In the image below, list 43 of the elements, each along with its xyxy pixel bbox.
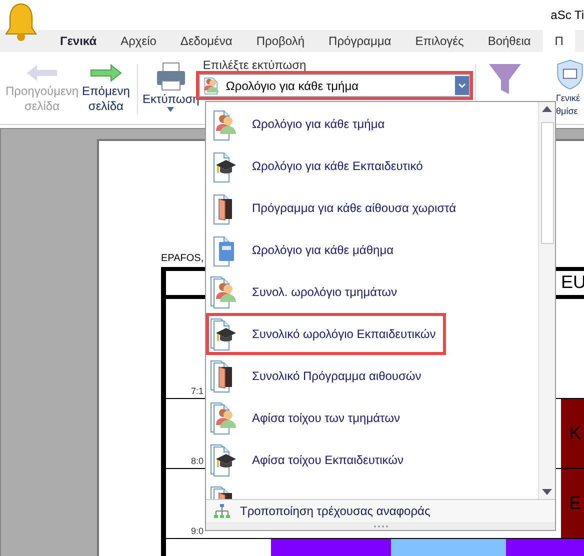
- funnel-icon[interactable]: [489, 62, 521, 96]
- menu-item[interactable]: Αφίσα τοίχου Εκπαιδευτικών: [206, 439, 536, 481]
- menu-item[interactable]: Πρόγραμμα για κάθε αίθουσα χωριστά: [206, 187, 536, 229]
- print-select-label: Επιλέξτε εκτύπωση: [202, 58, 308, 72]
- menu-item[interactable]: Συνολικό Πρόγραμμα αιθουσών: [206, 355, 536, 397]
- printer-icon: [154, 62, 187, 92]
- right-arrow-icon: [88, 62, 123, 84]
- lesson-cell: E: [561, 469, 584, 539]
- menu-tab[interactable]: Επιλογές: [403, 30, 476, 52]
- window-title: aSc Ti: [550, 8, 584, 22]
- scroll-up-icon[interactable]: [542, 106, 552, 112]
- menu-tab[interactable]: Δεδομένα: [168, 30, 244, 52]
- time-label: 8:0: [191, 456, 204, 466]
- grip-dots-icon[interactable]: [372, 524, 388, 528]
- next-page-button[interactable]: Επόμενη σελίδα: [80, 58, 132, 118]
- menu-tab[interactable]: Προβολή: [244, 30, 317, 52]
- menu-item[interactable]: Ωρολόγιο για κάθε μάθημα: [206, 229, 536, 271]
- grip-bar[interactable]: [206, 522, 555, 530]
- time-label: 7:1: [191, 386, 204, 396]
- settings-button[interactable]: Γενικέ θμίσε: [556, 58, 584, 118]
- caret-icon: [167, 107, 174, 112]
- menu-item[interactable]: Συνολ. ωρολόγιο τμημάτων: [206, 271, 536, 313]
- print-button[interactable]: Εκτύπωση: [142, 58, 199, 116]
- print-select-dropdown[interactable]: Ωρολόγιο για κάθε τμήμα: [198, 74, 470, 97]
- bell-logo-icon[interactable]: [4, 2, 38, 42]
- menu-tab[interactable]: Αρχείο: [108, 30, 168, 52]
- scrollbar[interactable]: [538, 102, 555, 499]
- menu-item[interactable]: Συνολικό ωρολόγιο Εκπαιδευτικών: [206, 313, 446, 355]
- people-document-icon: [204, 76, 220, 94]
- hierarchy-icon: [214, 503, 230, 519]
- scroll-thumb[interactable]: [541, 122, 554, 244]
- menu-item[interactable]: Ωρολόγιο για κάθε τμήμα: [206, 103, 536, 145]
- menu-tab[interactable]: Πρόγραμμα: [316, 30, 404, 52]
- menu-tab[interactable]: Γενικά: [48, 30, 109, 52]
- menu-tab[interactable]: Βοήθεια: [476, 30, 543, 52]
- menu-item[interactable]: Ωρολόγιο για κάθε Εκπαιδευτικό: [206, 145, 536, 187]
- menu-tab[interactable]: Π: [542, 30, 576, 52]
- lesson-cell: K: [561, 399, 584, 469]
- schedule-title: EPAFOS,: [161, 253, 204, 266]
- left-arrow-icon: [25, 62, 59, 84]
- menu-item[interactable]: Αφίσα τοίχου των τμημάτων: [206, 397, 536, 439]
- time-label: 9:0: [191, 526, 204, 536]
- scroll-down-icon[interactable]: [542, 489, 552, 495]
